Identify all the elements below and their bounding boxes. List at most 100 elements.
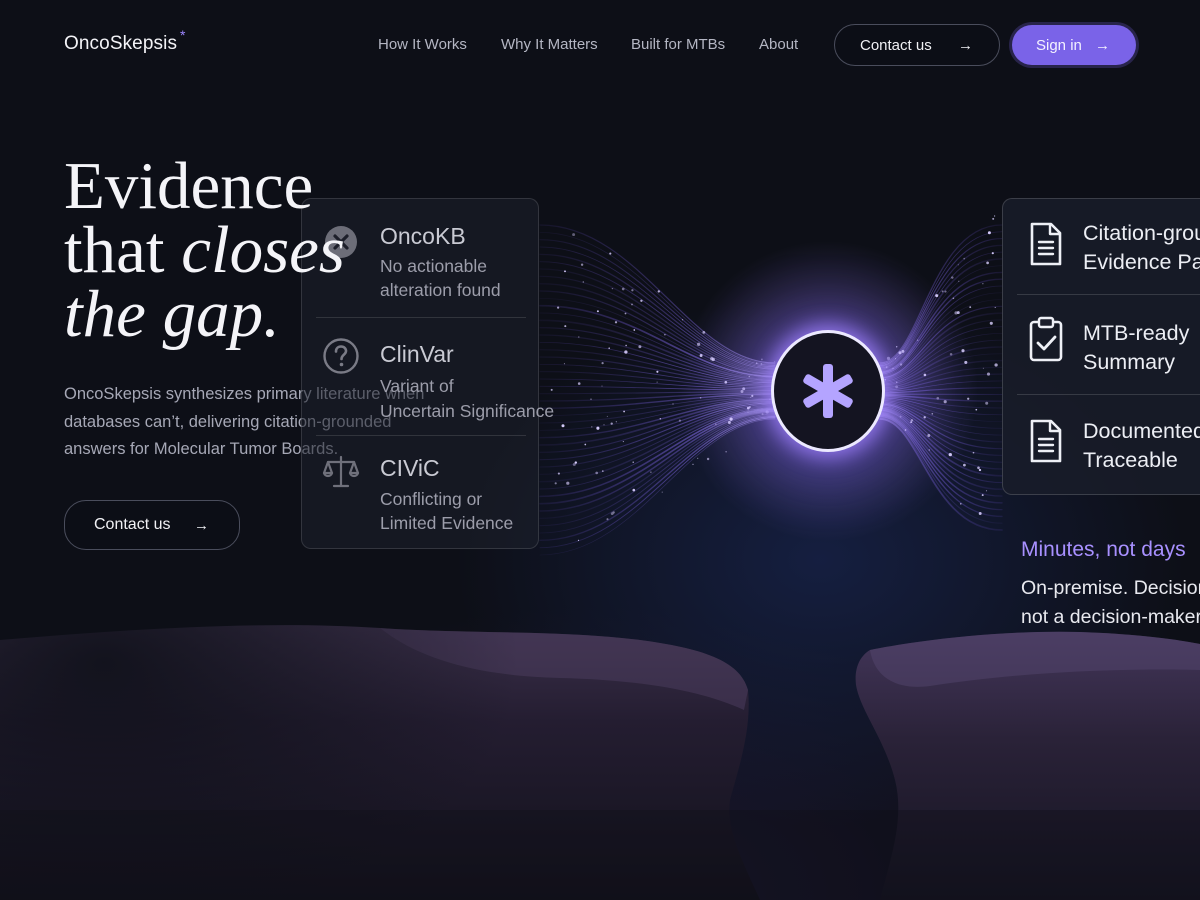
stream-line (539, 404, 776, 475)
sparkle (899, 363, 903, 366)
sparkle (727, 421, 731, 424)
sparkle (591, 426, 593, 428)
sparkle (958, 280, 960, 282)
sparkle (927, 434, 931, 437)
nav-why-it-matters[interactable]: Why It Matters (501, 36, 598, 53)
sparkle (957, 264, 959, 266)
brand-name: OncoSkepsis (64, 33, 178, 54)
sparkle (987, 231, 991, 235)
stream-line (879, 407, 1003, 470)
sparkle (760, 363, 763, 365)
sparkle (992, 217, 995, 220)
sparkle (941, 290, 944, 293)
stream-line (539, 224, 776, 364)
divider (316, 435, 526, 436)
sparkle (969, 306, 972, 309)
database-desc-line2: Uncertain Significance (380, 401, 555, 421)
sparkle (584, 443, 587, 446)
stream-line (539, 399, 776, 446)
sparkle (622, 441, 624, 443)
tagline-line2: not a decision-maker. (1021, 605, 1200, 628)
sparkle (564, 270, 566, 273)
stream-line (879, 299, 1003, 378)
sparkle (986, 372, 991, 376)
sparkle (765, 410, 769, 414)
divider (1017, 394, 1200, 395)
sparkle (659, 418, 661, 420)
sparkle (601, 361, 604, 365)
sparkle (624, 350, 628, 354)
brand-logo[interactable]: OncoSkepsis * (64, 27, 186, 55)
stream-line (539, 334, 776, 383)
stream-line (879, 398, 1003, 422)
stream-line (879, 224, 1003, 364)
stream-line (879, 402, 1003, 443)
document-icon (1030, 419, 1062, 463)
sparkle (991, 252, 994, 255)
sparkle (894, 358, 897, 360)
stream-line (539, 405, 776, 483)
stream-line (539, 393, 776, 410)
sparkle (606, 415, 608, 417)
sparkle (936, 396, 940, 400)
sparkle (978, 468, 982, 472)
sign-in-button[interactable]: Sign in → (1012, 25, 1136, 65)
stream-line (539, 304, 776, 378)
document-icon (1030, 222, 1062, 266)
sparkle (624, 312, 627, 315)
sparkle (612, 511, 615, 514)
stream-line (879, 244, 1003, 368)
sparkle (661, 491, 663, 493)
sparkle (582, 281, 584, 283)
hero-title-line1: Evidence (64, 149, 314, 223)
sparkle (899, 415, 902, 418)
sparkle (563, 363, 565, 365)
asterisk-icon (803, 364, 853, 418)
sparkle (964, 360, 968, 364)
sparkle (923, 373, 927, 377)
sparkle (944, 290, 947, 293)
arrow-right-icon: → (958, 36, 973, 54)
stream-line (539, 414, 776, 534)
sparkle (632, 488, 636, 492)
hero-contact-button[interactable]: Contact us → (64, 500, 240, 550)
sparkle (610, 422, 613, 425)
sparkle (614, 321, 618, 324)
stream-line (539, 397, 776, 431)
hero-title: Evidence that closes the gap. (64, 153, 424, 348)
sparkle (706, 457, 710, 461)
sparkle (699, 397, 702, 399)
stream-line (879, 251, 1003, 369)
sparkle (956, 311, 960, 315)
nav-contact-button[interactable]: Contact us → (834, 24, 1000, 66)
sparkle (554, 482, 557, 485)
stream-line (879, 397, 1003, 416)
sparkle (982, 367, 984, 369)
arrow-right-icon: → (1095, 36, 1110, 54)
sparkle (608, 347, 610, 349)
stream-line (879, 410, 1003, 491)
stream-line (879, 399, 1003, 429)
sparkle (596, 426, 600, 430)
stream-line (539, 349, 776, 385)
sparkle (748, 406, 751, 408)
sparkle (750, 396, 752, 398)
sparkle (650, 471, 652, 473)
nav-about[interactable]: About (759, 36, 798, 53)
stream-line (879, 401, 1003, 436)
sparkle (595, 471, 599, 475)
nav-built-for-mtbs[interactable]: Built for MTBs (631, 36, 725, 53)
stream-line (539, 231, 776, 365)
sparkle (901, 349, 905, 353)
sparkle (943, 400, 947, 404)
brand-mark: * (180, 27, 186, 43)
sparkle (742, 387, 746, 391)
sparkle (951, 276, 954, 279)
stream-line (879, 265, 1003, 371)
stream-line (539, 246, 776, 368)
sparkle (755, 362, 758, 364)
nav-how-it-works[interactable]: How It Works (378, 36, 467, 53)
stream-line (539, 402, 776, 461)
stream-line (879, 366, 1003, 390)
stream-line (879, 403, 1003, 450)
